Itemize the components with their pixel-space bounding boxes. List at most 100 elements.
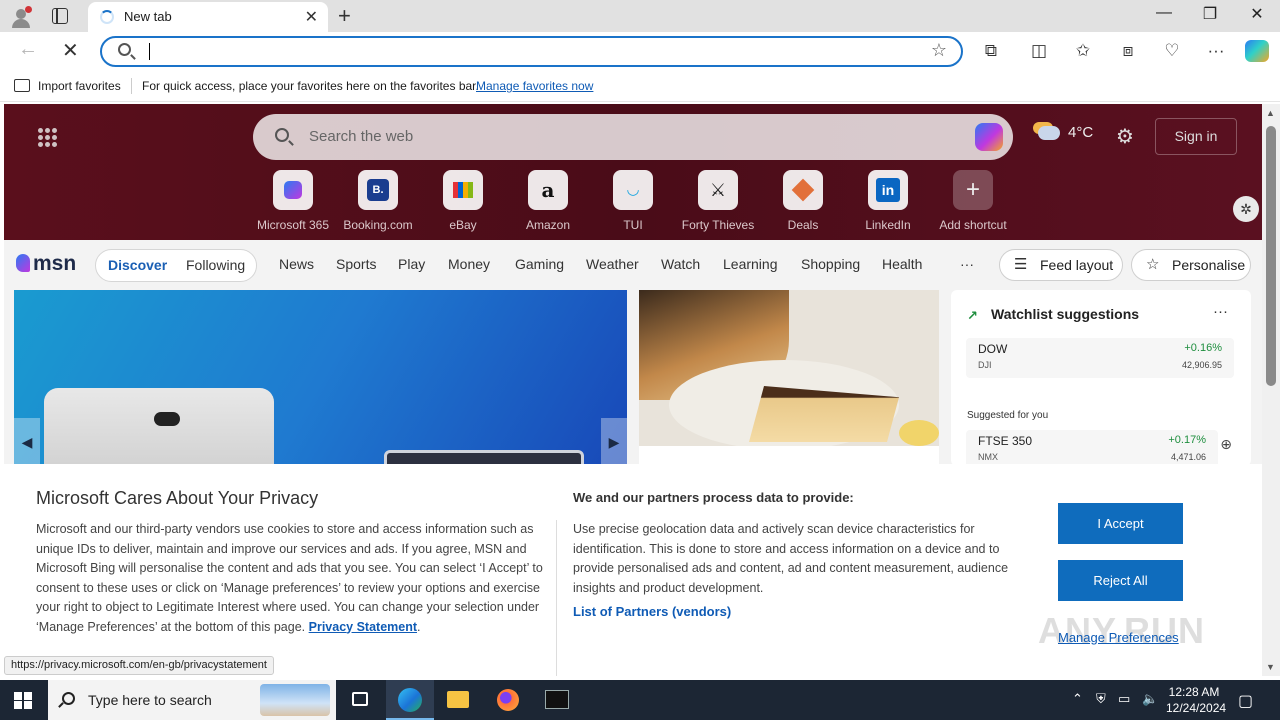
accept-button[interactable]: I Accept <box>1058 503 1183 544</box>
favorites-icon[interactable]: ✩ <box>1071 41 1095 61</box>
shortcut-tui[interactable]: ◡ TUI <box>593 170 673 232</box>
taskbar-search-box[interactable]: Type here to search <box>48 680 336 720</box>
msn-butterfly-icon <box>16 254 30 272</box>
manage-preferences-link[interactable]: Manage Preferences <box>1058 630 1179 645</box>
nav-more-icon[interactable]: ··· <box>960 256 974 272</box>
sign-in-button[interactable]: Sign in <box>1155 118 1237 155</box>
profile-icon[interactable] <box>10 6 32 28</box>
partners-list-link[interactable]: List of Partners (vendors) <box>573 604 731 619</box>
shortcut-label: Booking.com <box>343 218 413 232</box>
import-favorites-icon[interactable] <box>14 79 30 92</box>
personalise-star-icon: ☆ <box>1146 256 1160 273</box>
watchlist-title: Watchlist suggestions <box>991 306 1140 322</box>
favorite-star-icon[interactable]: ☆ <box>931 40 947 61</box>
windows-start-icon[interactable] <box>14 692 32 709</box>
scroll-up-icon[interactable]: ▲ <box>1266 108 1275 118</box>
stock-row[interactable]: DOW DJI +0.16% 42,906.95 <box>966 338 1234 378</box>
msn-logo[interactable]: msn <box>16 252 76 276</box>
volume-icon[interactable]: 🔈 <box>1142 691 1158 707</box>
watchlist-card: ↗ Watchlist suggestions ··· DOW DJI +0.1… <box>951 290 1251 470</box>
shortcut-booking[interactable]: B. Booking.com <box>338 170 418 232</box>
nav-watch[interactable]: Watch <box>661 256 700 272</box>
browser-tab[interactable]: New tab ✕ <box>88 2 328 32</box>
feed-toggle: Discover Following <box>95 249 257 282</box>
copilot-icon[interactable] <box>975 123 1003 151</box>
weather-cloud-icon <box>1038 126 1060 141</box>
taskbar-clock[interactable]: 12:28 AM 12/24/2024 <box>1166 684 1226 716</box>
stop-loading-icon[interactable]: ✕ <box>62 38 79 63</box>
nav-news[interactable]: News <box>279 256 314 272</box>
file-explorer-icon[interactable] <box>434 680 482 720</box>
card-caption-strip <box>639 446 939 466</box>
food-news-card[interactable] <box>639 290 939 466</box>
task-view-icon[interactable] <box>336 680 384 720</box>
watchlist-more-icon[interactable]: ··· <box>1213 303 1228 320</box>
tab-discover[interactable]: Discover <box>108 257 167 273</box>
network-icon[interactable]: ▭ <box>1118 691 1130 707</box>
customize-background-icon[interactable]: ✲ <box>1233 196 1259 222</box>
collections-icon[interactable]: ⧈ <box>1116 41 1140 61</box>
nav-sports[interactable]: Sports <box>336 256 376 272</box>
copilot-icon[interactable] <box>1245 40 1269 62</box>
gear-icon[interactable]: ⚙ <box>1116 124 1134 149</box>
windows-taskbar: Type here to search ⌃ ⛨ ▭ 🔈 12:28 AM 12/… <box>0 680 1280 720</box>
split-screen-icon[interactable]: ◫ <box>1027 41 1051 61</box>
feed-layout-button[interactable]: ☰ Feed layout <box>999 249 1123 281</box>
edge-taskbar-icon[interactable] <box>386 680 434 720</box>
carousel-prev-icon[interactable]: ◀ <box>14 418 40 466</box>
nav-play[interactable]: Play <box>398 256 425 272</box>
carousel-next-icon[interactable]: ▶ <box>601 418 627 466</box>
nav-weather[interactable]: Weather <box>586 256 639 272</box>
weather-widget[interactable]: 4°C <box>1038 124 1093 141</box>
window-close-icon[interactable]: ✕ <box>1234 4 1280 24</box>
browser-titlebar: New tab ✕ + — ❐ ✕ <box>0 0 1280 32</box>
page-scrollbar[interactable]: ▲ ▼ <box>1262 104 1280 676</box>
privacy-statement-link[interactable]: Privacy Statement <box>309 620 417 634</box>
add-to-watchlist-icon[interactable]: ⊕ <box>1220 436 1232 453</box>
extensions-icon[interactable]: ⧉ <box>979 41 1003 61</box>
nav-money[interactable]: Money <box>448 256 490 272</box>
shortcut-label: LinkedIn <box>865 218 911 232</box>
show-hidden-icons-icon[interactable]: ⌃ <box>1072 691 1083 707</box>
personalise-button[interactable]: ☆ Personalise <box>1131 249 1251 281</box>
address-bar[interactable]: ☆ <box>100 36 963 67</box>
manage-favorites-link[interactable]: Manage favorites now <box>476 79 593 93</box>
shortcut-ebay[interactable]: eBay <box>423 170 503 232</box>
reject-all-button[interactable]: Reject All <box>1058 560 1183 601</box>
hero-news-card[interactable]: ◀ ▶ <box>14 290 627 466</box>
shortcut-microsoft-365[interactable]: Microsoft 365 <box>253 170 333 232</box>
terminal-icon[interactable] <box>533 680 581 720</box>
shortcut-deals[interactable]: Deals <box>763 170 843 232</box>
browser-essentials-icon[interactable]: ♡ <box>1160 41 1184 61</box>
nav-shopping[interactable]: Shopping <box>801 256 860 272</box>
back-icon[interactable]: ← <box>18 38 38 61</box>
security-tray-icon[interactable]: ⛨ <box>1096 691 1106 707</box>
restore-icon[interactable]: ❐ <box>1187 4 1233 24</box>
stock-index: NMX <box>978 452 998 462</box>
shortcut-forty-thieves[interactable]: ⚔ Forty Thieves <box>678 170 758 232</box>
loading-spinner-icon <box>100 10 114 24</box>
booking-icon: B. <box>358 170 398 210</box>
new-tab-icon[interactable]: + <box>338 3 351 29</box>
minimize-icon[interactable]: — <box>1141 4 1187 22</box>
shortcut-linkedin[interactable]: in LinkedIn <box>848 170 928 232</box>
scroll-down-icon[interactable]: ▼ <box>1266 662 1275 672</box>
import-favorites-button[interactable]: Import favorites <box>38 79 121 93</box>
data-purposes-title: We and our partners process data to prov… <box>573 490 854 505</box>
app-launcher-icon[interactable] <box>38 128 58 148</box>
tab-following[interactable]: Following <box>186 257 245 273</box>
shortcut-label: Forty Thieves <box>681 218 755 232</box>
tab-actions-icon[interactable] <box>52 7 68 24</box>
nav-gaming[interactable]: Gaming <box>515 256 564 272</box>
shortcut-amazon[interactable]: a Amazon <box>508 170 588 232</box>
scrollbar-thumb[interactable] <box>1266 126 1276 386</box>
web-search-box[interactable]: Search the web <box>253 114 1013 160</box>
privacy-body: Microsoft and our third-party vendors us… <box>36 522 543 634</box>
firefox-icon[interactable] <box>484 680 532 720</box>
close-tab-icon[interactable]: ✕ <box>305 7 318 27</box>
nav-health[interactable]: Health <box>882 256 922 272</box>
nav-learning[interactable]: Learning <box>723 256 778 272</box>
shortcut-add[interactable]: + Add shortcut <box>933 170 1013 232</box>
settings-more-icon[interactable]: ··· <box>1204 41 1228 61</box>
notifications-icon[interactable]: ▢ <box>1238 691 1253 711</box>
